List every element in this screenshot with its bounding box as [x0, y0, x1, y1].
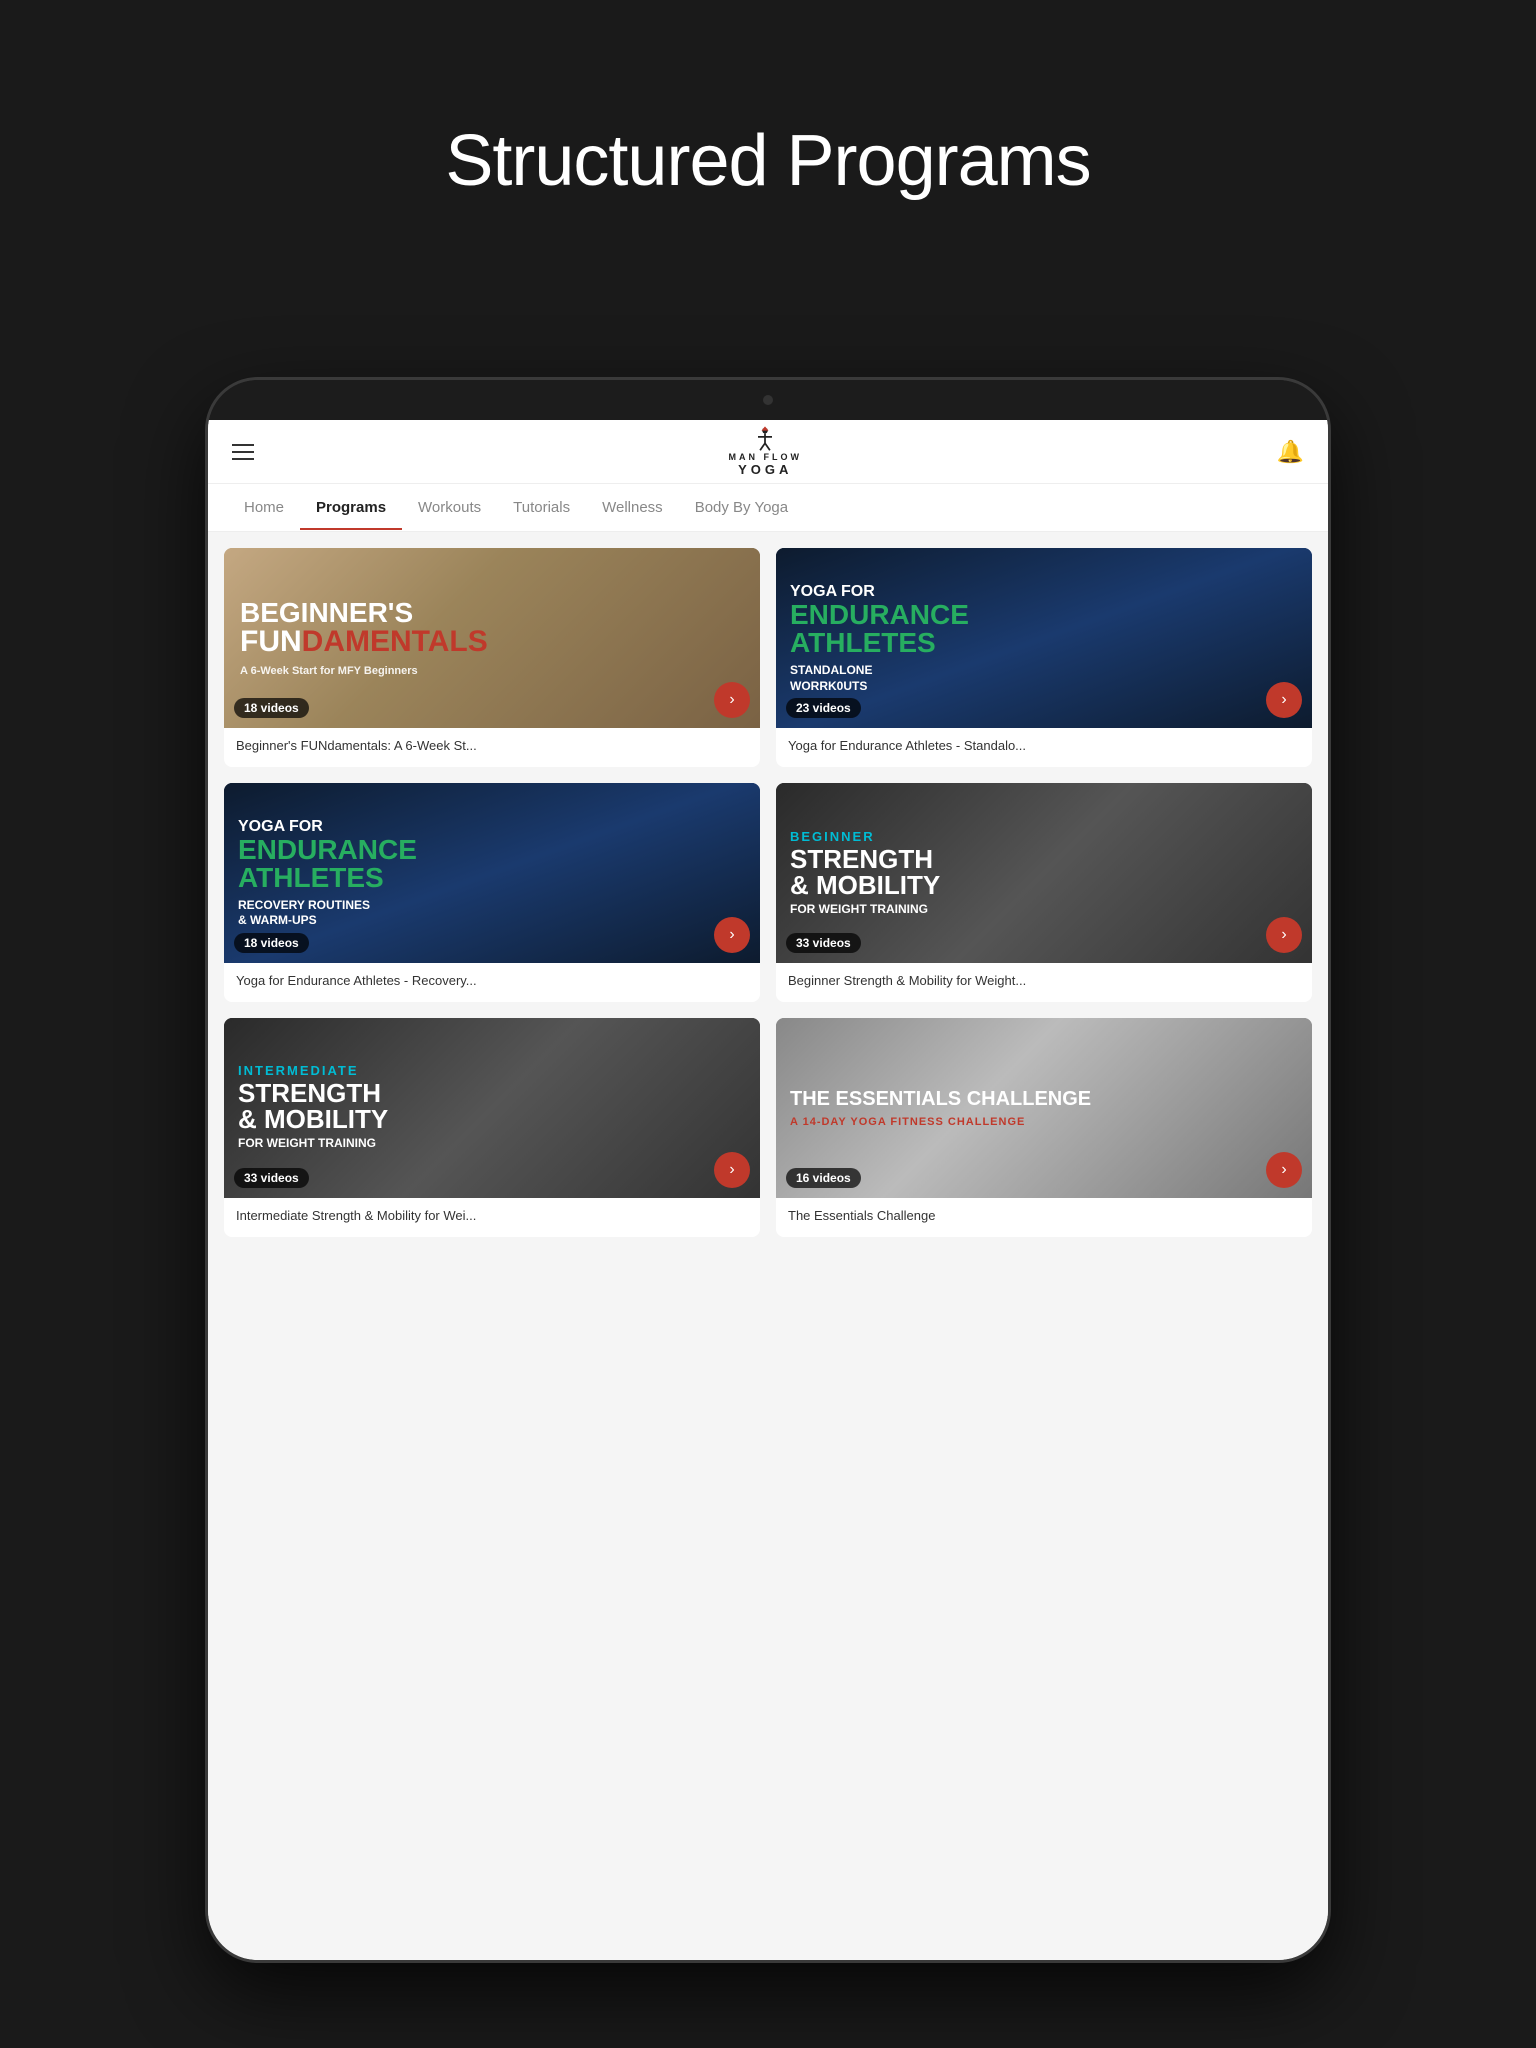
logo-icon — [751, 425, 779, 453]
app-header: MAN FLOW YOGA 🔔 — [208, 420, 1328, 484]
tab-home[interactable]: Home — [228, 487, 300, 530]
thumb-tagline-beginners: A 6-Week Start for MFY Beginners — [240, 665, 744, 677]
program-card-strength-intermediate[interactable]: INTERMEDIATE STRENGTH & MOBILITY FOR WEI… — [224, 1018, 760, 1237]
arrow-button-essentials[interactable]: › — [1266, 1152, 1302, 1188]
video-count-endurance-standalone: 23 videos — [786, 698, 861, 718]
thumbnail-strength-intermediate: INTERMEDIATE STRENGTH & MOBILITY FOR WEI… — [224, 1018, 760, 1198]
program-title-beginners: Beginner's FUNdamentals: A 6-Week St... — [224, 728, 760, 767]
program-card-endurance-recovery[interactable]: YOGA FOR ENDURANCE ATHLETES RECOVERY ROU… — [224, 783, 760, 1002]
video-count-strength-intermediate: 33 videos — [234, 1168, 309, 1188]
tab-tutorials[interactable]: Tutorials — [497, 487, 586, 530]
program-card-endurance-standalone[interactable]: YOGA FOR ENDURANCE ATHLETES STANDALONEWO… — [776, 548, 1312, 767]
program-card-beginners[interactable]: BEGINNER'S FUNdamentals A 6-Week Start f… — [224, 548, 760, 767]
arrow-button-endurance-standalone[interactable]: › — [1266, 682, 1302, 718]
content-area: BEGINNER'S FUNdamentals A 6-Week Start f… — [208, 532, 1328, 1960]
program-title-endurance-recovery: Yoga for Endurance Athletes - Recovery..… — [224, 963, 760, 1002]
hamburger-menu-icon[interactable] — [232, 444, 254, 460]
video-count-beginners: 18 videos — [234, 698, 309, 718]
tab-body-by-yoga[interactable]: Body By Yoga — [679, 487, 804, 530]
arrow-button-endurance-recovery[interactable]: › — [714, 917, 750, 953]
page-title: Structured Programs — [0, 120, 1536, 202]
arrow-button-strength-beginner[interactable]: › — [1266, 917, 1302, 953]
thumbnail-strength-beginner: BEGINNER STRENGTH & MOBILITY FOR WEIGHT … — [776, 783, 1312, 963]
nav-tabs: Home Programs Workouts Tutorials Wellnes… — [208, 484, 1328, 532]
program-card-essentials[interactable]: THE ESSENTIALS CHALLENGE A 14-DAY YOGA F… — [776, 1018, 1312, 1237]
thumbnail-essentials: THE ESSENTIALS CHALLENGE A 14-DAY YOGA F… — [776, 1018, 1312, 1198]
tablet-screen: MAN FLOW YOGA 🔔 Home Programs Workouts T… — [208, 420, 1328, 1960]
program-title-strength-beginner: Beginner Strength & Mobility for Weight.… — [776, 963, 1312, 1002]
thumbnail-endurance-recovery: YOGA FOR ENDURANCE ATHLETES RECOVERY ROU… — [224, 783, 760, 963]
thumbnail-beginners: BEGINNER'S FUNdamentals A 6-Week Start f… — [224, 548, 760, 728]
thumbnail-endurance-standalone: YOGA FOR ENDURANCE ATHLETES STANDALONEWO… — [776, 548, 1312, 728]
thumb-title-beginners: BEGINNER'S — [240, 599, 744, 627]
program-title-strength-intermediate: Intermediate Strength & Mobility for Wei… — [224, 1198, 760, 1237]
program-title-endurance-standalone: Yoga for Endurance Athletes - Standalo..… — [776, 728, 1312, 767]
tablet-camera — [763, 395, 773, 405]
logo-text-line2: YOGA — [738, 463, 792, 477]
tab-workouts[interactable]: Workouts — [402, 487, 497, 530]
tablet-device: MAN FLOW YOGA 🔔 Home Programs Workouts T… — [208, 380, 1328, 1960]
app-logo: MAN FLOW YOGA — [729, 425, 803, 477]
thumb-fun-line: FUNdamentals — [240, 627, 744, 657]
programs-grid: BEGINNER'S FUNdamentals A 6-Week Start f… — [224, 548, 1312, 1237]
notification-bell-icon[interactable]: 🔔 — [1277, 439, 1304, 465]
page-header: Structured Programs — [0, 0, 1536, 262]
video-count-strength-beginner: 33 videos — [786, 933, 861, 953]
arrow-button-beginners[interactable]: › — [714, 682, 750, 718]
program-card-strength-beginner[interactable]: BEGINNER STRENGTH & MOBILITY FOR WEIGHT … — [776, 783, 1312, 1002]
program-title-essentials: The Essentials Challenge — [776, 1198, 1312, 1237]
video-count-essentials: 16 videos — [786, 1168, 861, 1188]
tab-wellness[interactable]: Wellness — [586, 487, 679, 530]
tablet-top-bar — [208, 380, 1328, 420]
arrow-button-strength-intermediate[interactable]: › — [714, 1152, 750, 1188]
video-count-endurance-recovery: 18 videos — [234, 933, 309, 953]
tab-programs[interactable]: Programs — [300, 487, 402, 530]
